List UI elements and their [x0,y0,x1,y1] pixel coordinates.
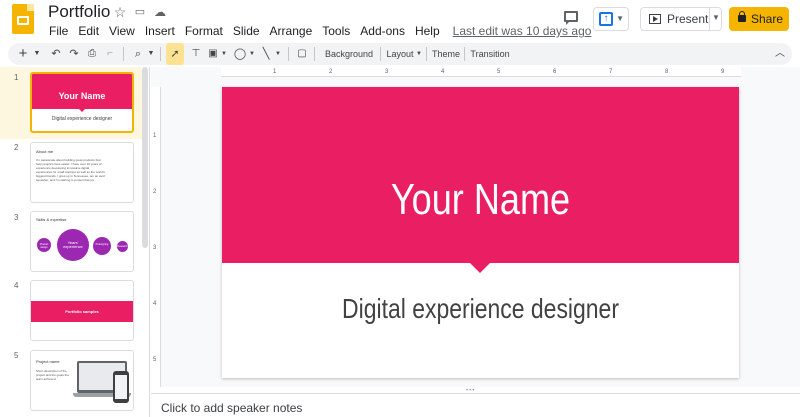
menu-arrange[interactable]: Arrange [265,23,318,39]
present-label: Present [667,12,709,26]
theme-button[interactable]: Theme [430,43,462,65]
collapse-toolbar-icon[interactable]: ︿ [772,43,788,65]
menu-format[interactable]: Format [180,23,228,39]
slides-app: Portfolio ☆ ▭ ☁ File Edit View Insert Fo… [0,0,800,417]
present-button[interactable]: Present ▼ [640,7,722,31]
print-icon[interactable]: ⎙ [84,43,100,65]
menu-help[interactable]: Help [410,23,445,39]
undo-icon[interactable]: ↶ [48,43,64,65]
thumb-center: Years' experience [63,240,83,249]
slide-thumbnail-2[interactable]: About me I'm passionate about building g… [30,142,134,203]
folder-move-icon[interactable]: ▭ [132,4,148,20]
speaker-notes-placeholder[interactable]: Click to add speaker notes [161,401,302,415]
thumb-title: Skills & expertise [36,217,67,222]
slide-filmstrip: 1 Your Name Digital experience designer … [0,67,150,417]
line-chevron-icon[interactable]: ▼ [274,43,282,65]
present-icon [649,14,661,24]
thumb-bubble: Product design [39,243,49,249]
thumb-title: About me [36,149,54,154]
menu-tools[interactable]: Tools [317,23,355,39]
title-band-pointer [470,263,490,273]
slide-thumbnail-1[interactable]: Your Name Digital experience designer [30,72,134,133]
present-options-chevron-icon[interactable]: ▼ [712,13,720,22]
select-cursor-icon[interactable]: ➚ [166,43,184,65]
header: Portfolio ☆ ▭ ☁ File Edit View Insert Fo… [0,0,800,40]
image-chevron-icon[interactable]: ▼ [220,43,228,65]
menu-slide[interactable]: Slide [228,23,265,39]
slide-thumbnail-5[interactable]: Project name Short description of the pr… [30,350,134,411]
paint-format-icon[interactable]: ⌐ [102,43,118,65]
slide-title-text[interactable]: Your Name [269,175,693,225]
line-icon[interactable]: ╲ [258,43,274,65]
vertical-ruler: 1 2 3 4 5 [151,87,161,387]
star-icon[interactable]: ☆ [112,4,128,20]
shape-chevron-icon[interactable]: ▼ [248,43,256,65]
thumb-title: Project name [36,359,60,364]
thumb-body: Short description of the project and the… [36,369,69,381]
image-icon[interactable]: ▣ [206,43,220,65]
current-slide[interactable]: Your Name Digital experience designer [222,87,739,378]
new-slide-icon[interactable]: + [14,43,32,65]
menu-insert[interactable]: Insert [140,23,180,39]
slide-canvas-area: 1 2 3 4 5 6 7 8 9 1 2 3 4 5 Your Name Di… [151,67,800,387]
menu-addons[interactable]: Add-ons [355,23,410,39]
toolbar: + ▼ ↶ ↷ ⎙ ⌐ ⌕ ▼ ➚ ⊤ ▣ ▼ ◯ ▼ ╲ ▼ ▢ Backgr… [8,43,792,65]
zoom-chevron-icon[interactable]: ▼ [146,43,156,65]
lock-icon [738,11,746,22]
chevron-down-icon: ▼ [616,14,624,23]
background-button[interactable]: Background [320,43,378,65]
new-slide-chevron-icon[interactable]: ▼ [32,43,42,65]
filmstrip-scrollbar[interactable] [142,67,148,248]
menu-view[interactable]: View [104,23,140,39]
slide-thumbnail-3[interactable]: Skills & expertise Product design Years'… [30,211,134,272]
thumb-bubble: Research [117,245,128,248]
menu-edit[interactable]: Edit [73,23,104,39]
horizontal-ruler: 1 2 3 4 5 6 7 8 9 [221,67,741,77]
comments-icon[interactable] [562,10,582,26]
text-box-icon[interactable]: ⊤ [188,43,204,65]
upload-button[interactable]: ↑ ▼ [593,7,629,31]
thumb-title: Your Name [58,91,106,101]
speaker-notes-panel[interactable]: Click to add speaker notes [151,393,800,417]
thumb-subtitle: Digital experience designer [51,116,113,122]
slide-thumbnail-4[interactable]: Portfolio samples [30,280,134,341]
thumb-body: I'm passionate about building great prod… [36,158,105,182]
layout-button[interactable]: Layout [384,43,416,65]
slide-number: 3 [14,213,19,222]
menu-file[interactable]: File [44,23,73,39]
share-label: Share [751,12,784,26]
slide-number: 2 [14,143,19,152]
slide-subtitle-text[interactable]: Digital experience designer [269,293,693,325]
slide-number: 4 [14,281,19,290]
layout-chevron-icon[interactable]: ▼ [415,43,423,65]
slide-number: 1 [14,73,19,82]
transition-button[interactable]: Transition [468,43,512,65]
thumb-bubble: Prototyping [95,243,109,246]
share-button[interactable]: Share [729,7,789,31]
shape-icon[interactable]: ◯ [232,43,248,65]
document-title[interactable]: Portfolio [48,2,110,22]
cloud-status-icon[interactable]: ☁ [152,4,168,20]
slide-number: 5 [14,351,19,360]
redo-icon[interactable]: ↷ [66,43,82,65]
menu-bar: File Edit View Insert Format Slide Arran… [44,23,591,39]
add-comment-icon[interactable]: ▢ [294,43,310,65]
upload-icon: ↑ [599,12,613,26]
zoom-icon[interactable]: ⌕ [130,43,146,65]
thumb-title: Portfolio samples [65,309,99,314]
slides-logo-icon[interactable] [12,4,34,34]
